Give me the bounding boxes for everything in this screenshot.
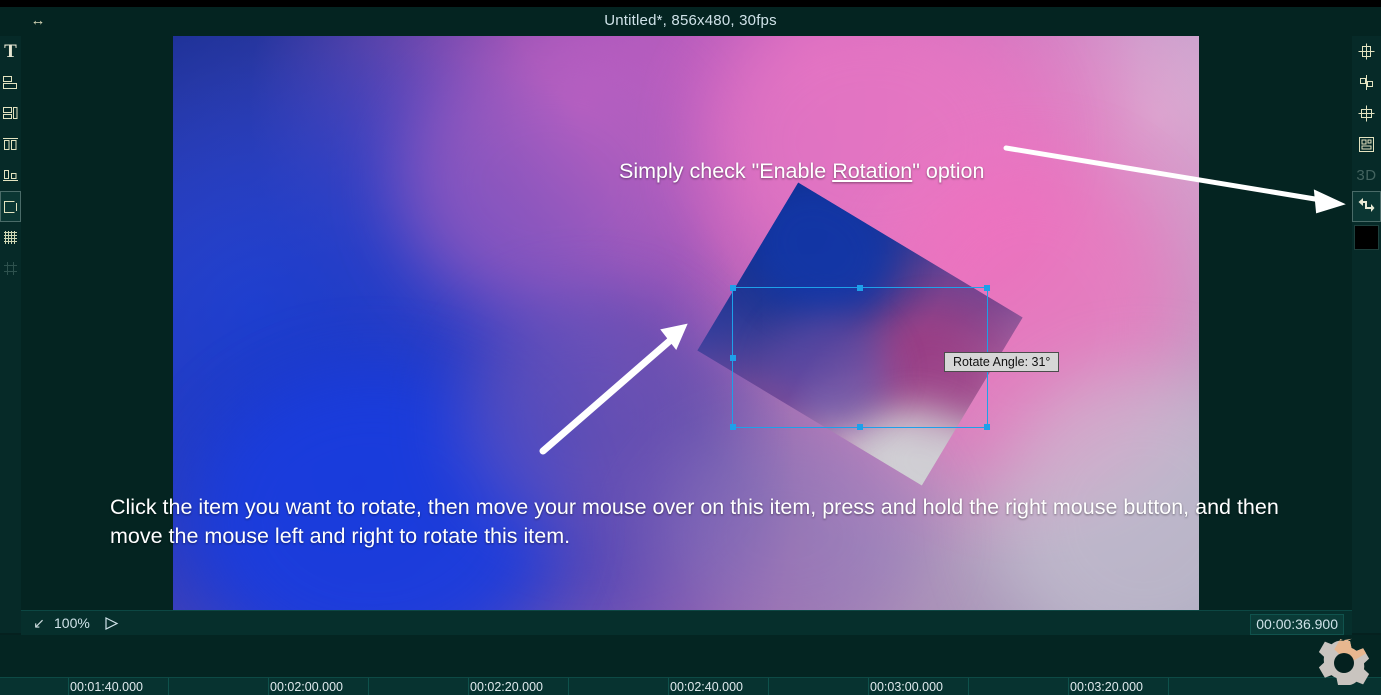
window-titlebar-top	[0, 0, 1381, 7]
timeline-label: 00:02:20.000	[470, 680, 543, 694]
right-tool-color-swatch[interactable]	[1352, 222, 1381, 253]
left-tool-layout-bars[interactable]	[0, 160, 21, 191]
timeline-label: 00:02:40.000	[670, 680, 743, 694]
annotation-top-before: Simply check "Enable	[619, 159, 833, 183]
timeline-label: 00:03:20.000	[1070, 680, 1143, 694]
right-tool-align-center-both[interactable]	[1352, 98, 1381, 129]
layout-split-top-icon	[3, 76, 17, 89]
text-T-icon: T	[4, 41, 17, 62]
window-title: Untitled*, 856x480, 30fps	[604, 12, 777, 29]
resize-handle-middle-left[interactable]	[730, 354, 736, 361]
annotation-top-after: " option	[912, 159, 985, 183]
align-center-both-icon	[1358, 105, 1375, 122]
preview-stage: Rotate Angle: 31° Simply check "Enable R…	[21, 36, 1352, 610]
layout-preset-icon	[1359, 137, 1374, 152]
left-tool-layout-two-column[interactable]	[0, 129, 21, 160]
layout-two-column-icon	[3, 138, 18, 150]
annotation-top: Simply check "Enable Rotation" option	[619, 159, 984, 184]
timeline-label: 00:01:40.000	[70, 680, 143, 694]
layout-bars-icon	[3, 170, 18, 181]
annotation-top-underlined: Rotation	[832, 159, 913, 183]
timeline-ruler[interactable]: 00:01:40.000 00:02:00.000 00:02:20.000 0…	[0, 677, 1381, 695]
left-tool-text[interactable]: T	[0, 36, 21, 67]
right-tool-enable-rotation[interactable]	[1352, 191, 1381, 222]
color-swatch-icon	[1354, 225, 1379, 250]
left-tool-layout-split-top[interactable]	[0, 67, 21, 98]
left-tool-frame[interactable]	[0, 191, 21, 222]
right-toolbar: 3D	[1352, 36, 1381, 633]
timeline-label: 00:03:00.000	[870, 680, 943, 694]
right-tool-layout-preset[interactable]	[1352, 129, 1381, 160]
resize-handle-top-middle[interactable]	[857, 285, 863, 291]
rotate-angle-tooltip: Rotate Angle: 31°	[944, 352, 1060, 372]
preview-status-bar: ↙ 100% 00:00:36.900	[21, 610, 1352, 636]
grid-sparse-icon	[4, 262, 17, 275]
left-tool-layout-split-left[interactable]	[0, 98, 21, 129]
zoom-level[interactable]: 100%	[54, 615, 90, 632]
resize-handle-top-right[interactable]	[984, 285, 990, 291]
left-toolbar: T	[0, 36, 21, 633]
annotation-bottom: Click the item you want to rotate, then …	[110, 495, 1279, 548]
rotation-arrows-icon	[1358, 198, 1375, 212]
right-tool-align-distribute[interactable]	[1352, 67, 1381, 98]
grid-dense-icon	[4, 231, 17, 244]
resize-handle-bottom-right[interactable]	[984, 424, 990, 430]
fit-to-window-icon[interactable]: ↙	[30, 615, 48, 632]
timeline-tracks-area[interactable]	[0, 635, 1381, 677]
resize-handle-bottom-left[interactable]	[730, 424, 736, 430]
align-distribute-icon	[1360, 75, 1373, 90]
right-tool-align-center-vertical[interactable]	[1352, 36, 1381, 67]
timeline-panel: 00:01:40.000 00:02:00.000 00:02:20.000 0…	[0, 635, 1381, 695]
three-d-label: 3D	[1356, 167, 1377, 184]
layout-split-left-icon	[3, 107, 18, 119]
align-center-vertical-icon	[1358, 43, 1375, 60]
application-window: ↔ Untitled*, 856x480, 30fps T 3D Rotate …	[0, 0, 1381, 695]
resize-handle-top-left[interactable]	[730, 285, 736, 291]
frame-rectangle-icon	[4, 200, 17, 213]
play-button[interactable]	[102, 615, 122, 632]
left-tool-grid-dense[interactable]	[0, 222, 21, 253]
left-tool-grid-sparse[interactable]	[0, 253, 21, 284]
timeline-label: 00:02:00.000	[270, 680, 343, 694]
resize-handle-bottom-middle[interactable]	[857, 424, 863, 430]
right-tool-3d[interactable]: 3D	[1352, 160, 1381, 191]
gear-logo-icon	[1318, 638, 1370, 685]
play-triangle-icon	[105, 617, 119, 630]
